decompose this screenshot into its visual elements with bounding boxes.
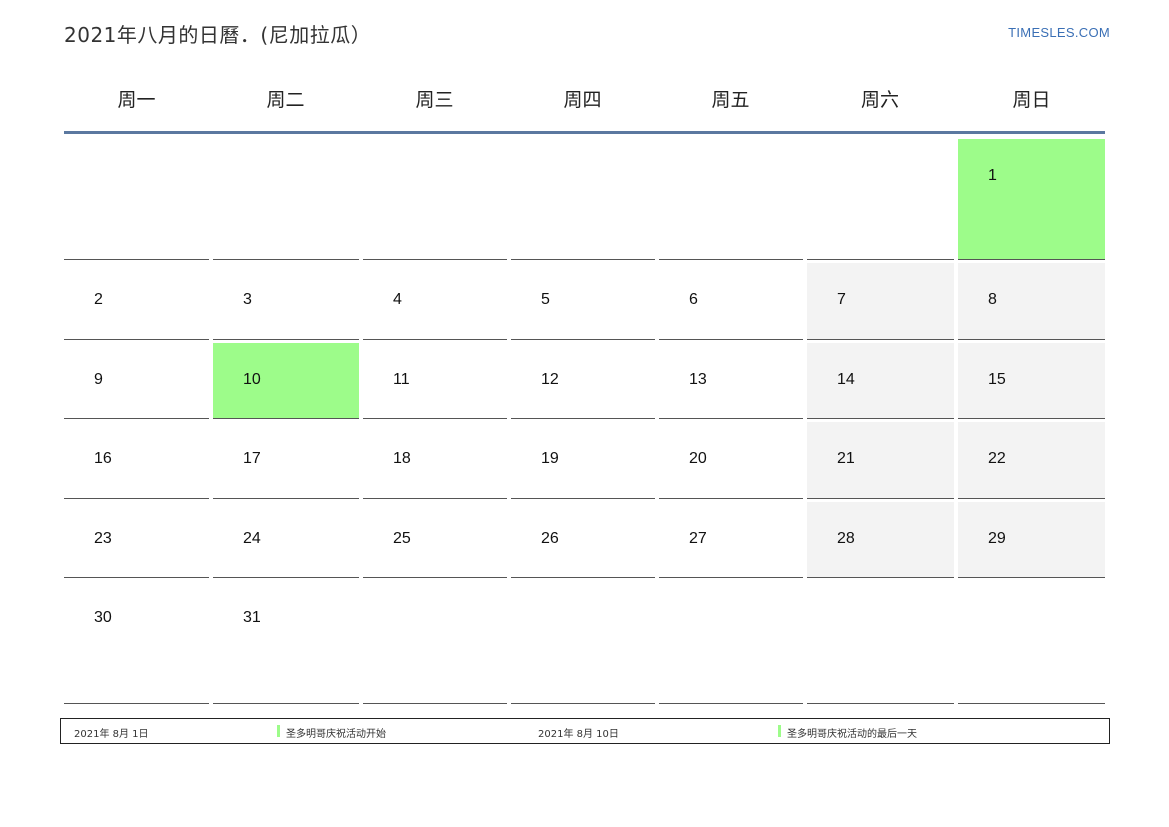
weekday-label: 周四 — [563, 89, 602, 111]
day-cell: 11 — [363, 343, 507, 419]
day-cell: 2 — [64, 263, 209, 340]
day-cell: 14 — [807, 343, 954, 419]
day-cell: 13 — [659, 343, 803, 419]
legend-date: 2021年 8月 10日 — [538, 729, 619, 740]
day-cell: 29 — [958, 502, 1105, 578]
weekday-label: 周日 — [1012, 89, 1051, 111]
day-cell: 8 — [958, 263, 1105, 340]
day-number: 17 — [243, 450, 261, 467]
empty-day-cell — [511, 581, 655, 704]
page-title: 2021年八月的日曆．(尼加拉瓜） — [64, 23, 372, 47]
day-number: 22 — [988, 450, 1006, 467]
day-cell: 3 — [213, 263, 359, 340]
empty-day-cell — [511, 139, 655, 260]
holiday-legend: 2021年 8月 1日 圣多明哥庆祝活动开始 2021年 8月 10日 圣多明哥… — [60, 718, 1110, 744]
day-number: 2 — [94, 291, 103, 308]
day-number: 7 — [837, 291, 846, 308]
legend-text: 圣多明哥庆祝活动开始 — [286, 729, 386, 740]
legend-date: 2021年 8月 1日 — [74, 729, 149, 740]
day-number: 6 — [689, 291, 698, 308]
day-number: 18 — [393, 450, 411, 467]
day-cell: 20 — [659, 422, 803, 499]
day-cell: 10 — [213, 343, 359, 419]
day-number: 10 — [243, 371, 261, 388]
weekday-label: 周二 — [266, 89, 305, 111]
empty-day-cell — [807, 139, 954, 260]
day-number: 28 — [837, 530, 855, 547]
day-number: 5 — [541, 291, 550, 308]
day-cell: 26 — [511, 502, 655, 578]
day-cell: 5 — [511, 263, 655, 340]
day-number: 26 — [541, 530, 559, 547]
day-number: 30 — [94, 609, 112, 626]
day-number: 12 — [541, 371, 559, 388]
day-cell: 12 — [511, 343, 655, 419]
day-cell: 25 — [363, 502, 507, 578]
day-number: 31 — [243, 609, 261, 626]
empty-day-cell — [363, 139, 507, 260]
day-number: 1 — [988, 167, 997, 184]
day-number: 24 — [243, 530, 261, 547]
day-cell: 24 — [213, 502, 359, 578]
day-number: 4 — [393, 291, 402, 308]
day-number: 21 — [837, 450, 855, 467]
site-link[interactable]: TIMESLES.COM — [1008, 25, 1110, 40]
day-cell: 15 — [958, 343, 1105, 419]
day-number: 15 — [988, 371, 1006, 388]
header-divider — [64, 131, 1105, 134]
day-number: 8 — [988, 291, 997, 308]
day-cell: 4 — [363, 263, 507, 340]
day-cell: 30 — [64, 581, 209, 704]
weekday-label: 周一 — [117, 89, 156, 111]
day-number: 11 — [393, 371, 410, 388]
empty-day-cell — [958, 581, 1105, 704]
day-number: 13 — [689, 371, 707, 388]
day-number: 9 — [94, 371, 103, 388]
day-cell: 31 — [213, 581, 359, 704]
empty-day-cell — [659, 581, 803, 704]
day-cell: 28 — [807, 502, 954, 578]
empty-day-cell — [64, 139, 209, 260]
day-cell: 16 — [64, 422, 209, 499]
weekday-header-row: 周一 周二 周三 周四 周五 周六 周日 — [64, 78, 1105, 134]
day-cell: 18 — [363, 422, 507, 499]
day-number: 29 — [988, 530, 1006, 547]
day-cell: 22 — [958, 422, 1105, 499]
day-number: 27 — [689, 530, 707, 547]
weekday-label: 周三 — [415, 89, 454, 111]
day-number: 3 — [243, 291, 252, 308]
day-cell: 19 — [511, 422, 655, 499]
day-cell: 21 — [807, 422, 954, 499]
day-cell: 27 — [659, 502, 803, 578]
empty-day-cell — [807, 581, 954, 704]
day-number: 19 — [541, 450, 559, 467]
legend-color-marker — [277, 725, 280, 737]
legend-color-marker — [778, 725, 781, 737]
weekday-label: 周六 — [860, 89, 899, 111]
legend-text: 圣多明哥庆祝活动的最后一天 — [787, 729, 917, 740]
day-cell: 17 — [213, 422, 359, 499]
day-number: 16 — [94, 450, 112, 467]
day-number: 23 — [94, 530, 112, 547]
day-cell: 6 — [659, 263, 803, 340]
day-number: 20 — [689, 450, 707, 467]
empty-day-cell — [363, 581, 507, 704]
day-number: 14 — [837, 371, 855, 388]
empty-day-cell — [213, 139, 359, 260]
day-cell: 1 — [958, 139, 1105, 260]
day-cell: 9 — [64, 343, 209, 419]
day-number: 25 — [393, 530, 411, 547]
day-cell: 7 — [807, 263, 954, 340]
weekday-label: 周五 — [711, 89, 750, 111]
empty-day-cell — [659, 139, 803, 260]
day-cell: 23 — [64, 502, 209, 578]
